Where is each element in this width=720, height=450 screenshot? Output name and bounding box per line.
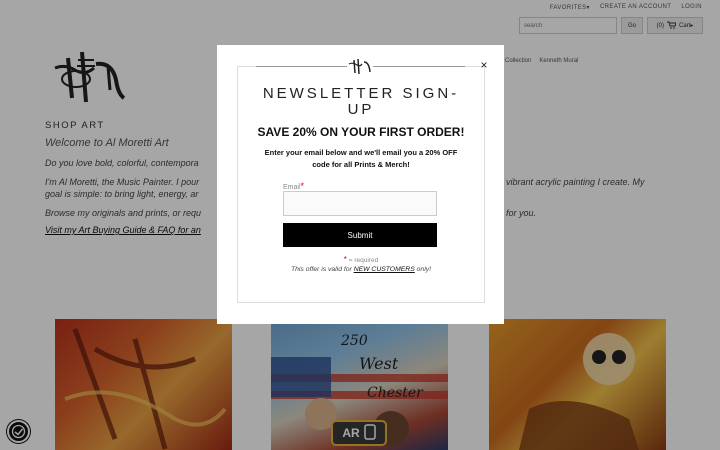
valid-suffix: only!: [414, 266, 431, 273]
required-note: * = required: [237, 255, 485, 264]
close-button[interactable]: ×: [478, 59, 490, 71]
email-field[interactable]: [283, 191, 437, 216]
modal-title: NEWSLETTER SIGN-UP: [262, 85, 460, 118]
modal-description: Enter your email below and we'll email y…: [264, 148, 458, 169]
required-note-star: *: [343, 255, 347, 264]
valid-prefix: This offer is valid for: [290, 266, 354, 273]
newsletter-modal: × NEWSLETTER SIGN-UP SAVE 20% ON YOUR FI…: [217, 45, 504, 324]
offer-validity-note: This offer is valid for NEW CUSTOMERS on…: [237, 266, 485, 273]
required-note-text: = required: [348, 257, 379, 264]
required-star: *: [300, 181, 305, 191]
new-customers-link[interactable]: NEW CUSTOMERS: [354, 266, 415, 273]
modal-offer: SAVE 20% ON YOUR FIRST ORDER!: [257, 125, 465, 139]
modal-logo: [347, 57, 373, 75]
email-label: Email*: [283, 181, 304, 191]
submit-button[interactable]: Submit: [283, 223, 437, 247]
email-label-text: Email: [283, 184, 301, 191]
